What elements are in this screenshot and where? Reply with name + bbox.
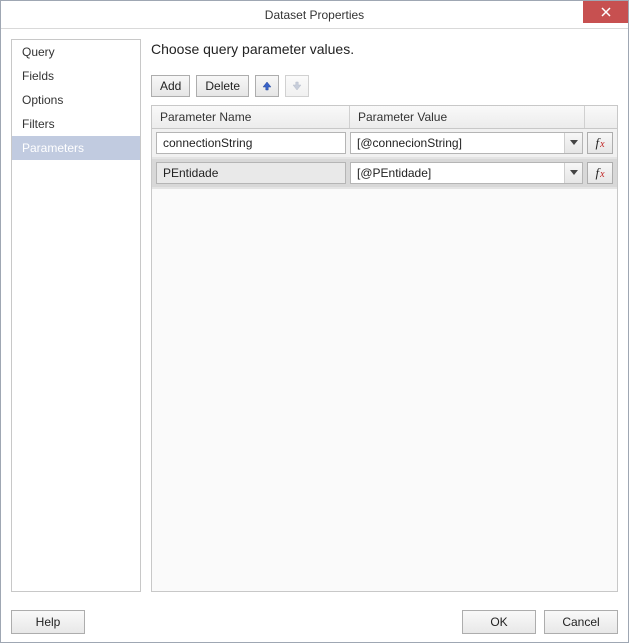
parameter-value-text: [@PEntidade] [351,166,564,180]
expression-button[interactable]: fx [587,132,613,154]
grid-body: [@connecionString] fx [@P [152,129,617,591]
chevron-down-icon[interactable] [564,133,582,153]
chevron-down-icon[interactable] [564,163,582,183]
dialog-body: Query Fields Options Filters Parameters … [1,29,628,602]
parameter-grid: Parameter Name Parameter Value [@conneci… [151,105,618,592]
content-panel: Choose query parameter values. Add Delet… [151,39,618,592]
arrow-down-icon [292,81,302,91]
add-button[interactable]: Add [151,75,190,97]
parameter-value-cell: [@PEntidade] fx [350,162,613,184]
column-header-fx [585,106,617,128]
parameter-value-cell: [@connecionString] fx [350,132,613,154]
parameter-name-input[interactable] [156,162,346,184]
titlebar: Dataset Properties [1,1,628,29]
dialog-window: Dataset Properties Query Fields Options … [0,0,629,643]
parameter-name-input[interactable] [156,132,346,154]
parameter-value-combo[interactable]: [@connecionString] [350,132,583,154]
ok-button[interactable]: OK [462,610,536,634]
window-title: Dataset Properties [265,8,364,22]
sidebar-item-query[interactable]: Query [12,40,140,64]
page-heading: Choose query parameter values. [151,41,618,57]
column-header-name[interactable]: Parameter Name [152,106,350,128]
move-down-button[interactable] [285,75,309,97]
column-header-value[interactable]: Parameter Value [350,106,585,128]
toolbar: Add Delete [151,75,618,97]
dialog-footer: Help OK Cancel [1,602,628,642]
parameter-row[interactable]: [@PEntidade] fx [152,159,617,189]
sidebar-item-filters[interactable]: Filters [12,112,140,136]
sidebar-item-options[interactable]: Options [12,88,140,112]
sidebar-item-fields[interactable]: Fields [12,64,140,88]
parameter-row[interactable]: [@connecionString] fx [152,129,617,159]
sidebar-item-parameters[interactable]: Parameters [12,136,140,160]
expression-button[interactable]: fx [587,162,613,184]
delete-button[interactable]: Delete [196,75,249,97]
close-button[interactable] [583,1,628,23]
cancel-button[interactable]: Cancel [544,610,618,634]
help-button[interactable]: Help [11,610,85,634]
close-icon [601,7,611,17]
parameter-value-text: [@connecionString] [351,136,564,150]
parameter-value-combo[interactable]: [@PEntidade] [350,162,583,184]
move-up-button[interactable] [255,75,279,97]
grid-header: Parameter Name Parameter Value [152,106,617,129]
sidebar: Query Fields Options Filters Parameters [11,39,141,592]
arrow-up-icon [262,81,272,91]
